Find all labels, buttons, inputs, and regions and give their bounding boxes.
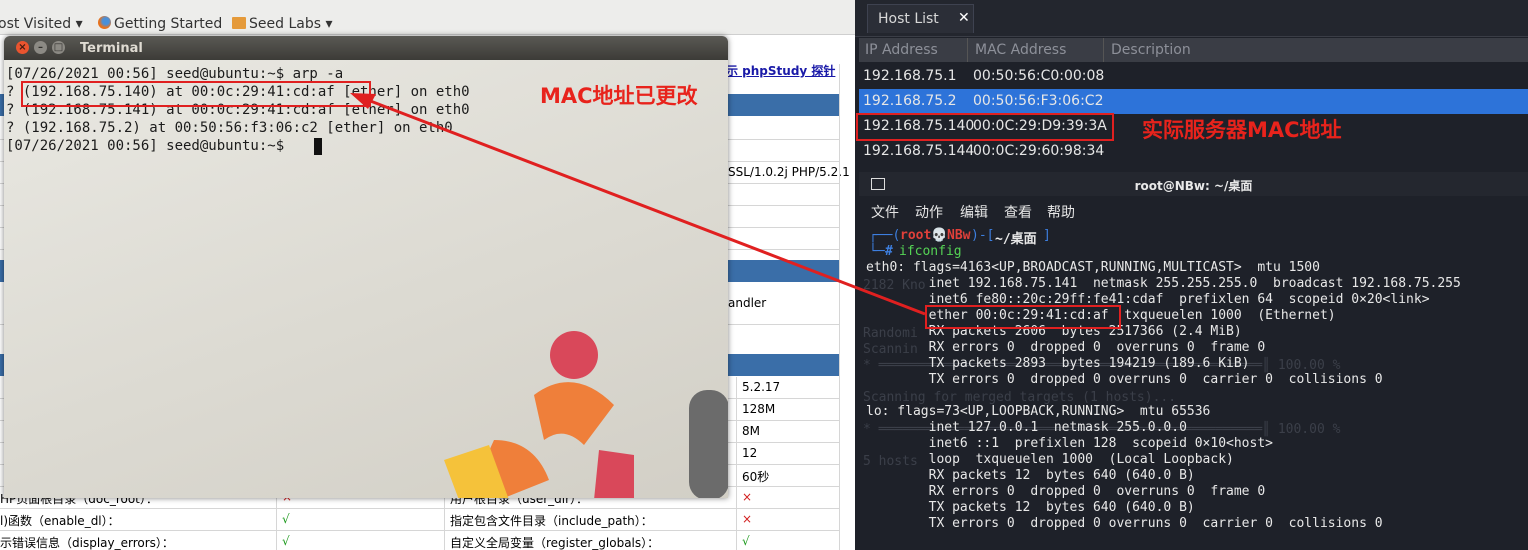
output-line: inet 192.168.75.141 netmask 255.255.255.… bbox=[866, 276, 1461, 291]
bookmark-label: Getting Started bbox=[114, 16, 223, 32]
prompt-dir: ~/桌面 bbox=[995, 232, 1037, 247]
menu-help[interactable]: 帮助 bbox=[1047, 202, 1075, 222]
table-row: l)函数（enable_dl）： √ 指定包含文件目录（include_path… bbox=[0, 509, 840, 531]
handler-text: andler bbox=[728, 296, 767, 310]
host-row[interactable]: 192.168.75.1 00:50:56:C0:00:08 bbox=[859, 64, 1528, 89]
host-ip: 192.168.75.2 bbox=[863, 93, 957, 109]
setting-label: 示错误信息（display_errors）： bbox=[0, 536, 174, 550]
host-row-selected[interactable]: 192.168.75.2 00:50:56:F3:06:C2 bbox=[859, 89, 1528, 114]
kali-desktop: Host List ✕ IP Address MAC Address Descr… bbox=[855, 0, 1528, 550]
column-divider bbox=[736, 377, 737, 550]
column-header-description[interactable]: Description bbox=[1111, 42, 1191, 58]
host-mac: 00:50:56:F3:06:C2 bbox=[973, 93, 1104, 109]
output-line: TX errors 0 dropped 0 overruns 0 carrier… bbox=[866, 516, 1383, 531]
host-mac: 00:0C:29:60:98:34 bbox=[973, 143, 1105, 159]
output-line: eth0: flags=4163<UP,BROADCAST,RUNNING,MU… bbox=[866, 260, 1320, 275]
kali-terminal-titlebar[interactable]: root@NBw: ~/桌面 bbox=[859, 172, 1528, 196]
menu-action[interactable]: 动作 bbox=[915, 202, 943, 222]
command-text: ifconfig bbox=[899, 244, 962, 259]
host-ip: 192.168.75.1 bbox=[863, 68, 957, 84]
folder-icon bbox=[232, 17, 246, 29]
setting-label: l)函数（enable_dl）： bbox=[0, 514, 120, 528]
column-divider bbox=[967, 38, 968, 62]
host-mac: 00:50:56:C0:00:08 bbox=[973, 68, 1105, 84]
bookmark-label: Seed Labs ▾ bbox=[249, 16, 333, 32]
prompt-bracket-close: ] bbox=[1043, 228, 1051, 243]
bookmark-most-visited[interactable]: ost Visited ▾ bbox=[0, 16, 83, 32]
phpstudy-link[interactable]: 示 phpStudy 探针 bbox=[726, 62, 835, 79]
terminal-titlebar[interactable]: × – □ Terminal bbox=[4, 36, 728, 60]
prompt-separator: )-[ bbox=[971, 228, 995, 243]
output-line: lo: flags=73<UP,LOOPBACK,RUNNING> mtu 65… bbox=[866, 404, 1211, 419]
tab-host-list[interactable]: Host List ✕ bbox=[867, 4, 974, 33]
tab-label: Host List bbox=[878, 11, 939, 27]
prompt-user: root bbox=[900, 228, 932, 243]
kali-terminal-title: root@NBw: ~/桌面 bbox=[1134, 179, 1253, 193]
setting-value: √ bbox=[742, 534, 750, 548]
host-ip: 192.168.75.144 bbox=[863, 143, 975, 159]
post-max-size-value: 8M bbox=[742, 424, 760, 438]
kali-terminal-menubar: 文件 动作 编辑 查看 帮助 bbox=[859, 196, 1528, 224]
menu-file[interactable]: 文件 bbox=[871, 202, 899, 222]
server-software-text: SSL/1.0.2j PHP/5.2.1 bbox=[728, 165, 850, 179]
output-line: loop txqueuelen 1000 (Local Loopback) bbox=[866, 452, 1234, 467]
skull-icon: 💀 bbox=[931, 228, 948, 243]
terminal-cursor bbox=[314, 138, 322, 155]
prompt-bracket-bottom: └─ bbox=[869, 244, 885, 259]
setting-value: × bbox=[742, 490, 753, 504]
output-line: RX packets 12 bytes 640 (640.0 B) bbox=[866, 468, 1195, 483]
column-header-ip[interactable]: IP Address bbox=[865, 42, 938, 58]
setting-value: √ bbox=[282, 512, 290, 526]
bookmark-seed-labs[interactable]: Seed Labs ▾ bbox=[232, 16, 333, 32]
table-row: 示错误信息（display_errors）： √ 自定义全局变量（registe… bbox=[0, 531, 840, 550]
setting-label: 指定包含文件目录（include_path）： bbox=[450, 514, 653, 528]
annotation-mac-changed: MAC地址已更改 bbox=[540, 84, 698, 108]
ubuntu-wallpaper-art bbox=[444, 331, 728, 498]
column-header-mac[interactable]: MAC Address bbox=[975, 42, 1066, 58]
highlight-box bbox=[856, 113, 1114, 141]
annotation-real-server-mac: 实际服务器MAC地址 bbox=[1142, 118, 1342, 142]
terminal-prompt-line: [07/26/2021 00:56] seed@ubuntu:~$ bbox=[6, 138, 293, 154]
bookmark-label: ost Visited ▾ bbox=[0, 16, 83, 32]
memory-limit-value: 128M bbox=[742, 402, 776, 416]
prompt-host: NBw bbox=[947, 228, 971, 243]
prompt-bracket-top: ┌──( bbox=[869, 228, 901, 243]
output-line: inet6 ::1 prefixlen 128 scopeid 0×10<hos… bbox=[866, 436, 1273, 451]
precision-value: 12 bbox=[742, 446, 758, 460]
output-line: TX packets 12 bytes 640 (640.0 B) bbox=[866, 500, 1195, 515]
setting-value: × bbox=[742, 512, 753, 526]
output-line: TX packets 2893 bytes 194219 (189.6 KiB) bbox=[866, 356, 1250, 371]
php-version-value: 5.2.17 bbox=[742, 380, 781, 394]
highlight-box bbox=[21, 81, 371, 107]
terminal-title: Terminal bbox=[80, 41, 143, 56]
column-divider bbox=[1103, 38, 1104, 62]
terminal-line: [07/26/2021 00:56] seed@ubuntu:~$ arp -a bbox=[6, 66, 344, 82]
setting-label: 自定义全局变量（register_globals）： bbox=[450, 536, 660, 550]
output-line: TX errors 0 dropped 0 overruns 0 carrier… bbox=[866, 372, 1383, 387]
bookmark-getting-started[interactable]: Getting Started bbox=[98, 16, 222, 32]
minimize-icon[interactable]: – bbox=[34, 41, 47, 54]
maximize-icon[interactable]: □ bbox=[52, 41, 65, 54]
output-line: RX errors 0 dropped 0 overruns 0 frame 0 bbox=[866, 340, 1266, 355]
terminal-line: ? (192.168.75.2) at 00:50:56:f3:06:c2 [e… bbox=[6, 120, 453, 136]
terminal-body[interactable]: [07/26/2021 00:56] seed@ubuntu:~$ arp -a… bbox=[4, 60, 728, 498]
output-line: RX errors 0 dropped 0 overruns 0 frame 0 bbox=[866, 484, 1266, 499]
firefox-icon bbox=[98, 16, 111, 29]
close-icon[interactable]: × bbox=[16, 41, 29, 54]
close-icon[interactable]: ✕ bbox=[958, 10, 970, 26]
column-divider bbox=[839, 64, 840, 550]
bookmarks-toolbar: ost Visited ▾ Getting Started Seed Labs … bbox=[0, 0, 855, 35]
max-execution-time-value: 60秒 bbox=[742, 470, 770, 484]
menu-view[interactable]: 查看 bbox=[1004, 202, 1032, 222]
output-line: inet 127.0.0.1 netmask 255.0.0.0 bbox=[866, 420, 1187, 435]
tab-bar: Host List ✕ bbox=[855, 0, 1528, 37]
menu-edit[interactable]: 编辑 bbox=[960, 202, 988, 222]
prompt-hash: # bbox=[885, 244, 893, 259]
highlight-box bbox=[925, 305, 1121, 329]
setting-value: √ bbox=[282, 534, 290, 548]
host-table-header: IP Address MAC Address Description bbox=[859, 38, 1528, 62]
